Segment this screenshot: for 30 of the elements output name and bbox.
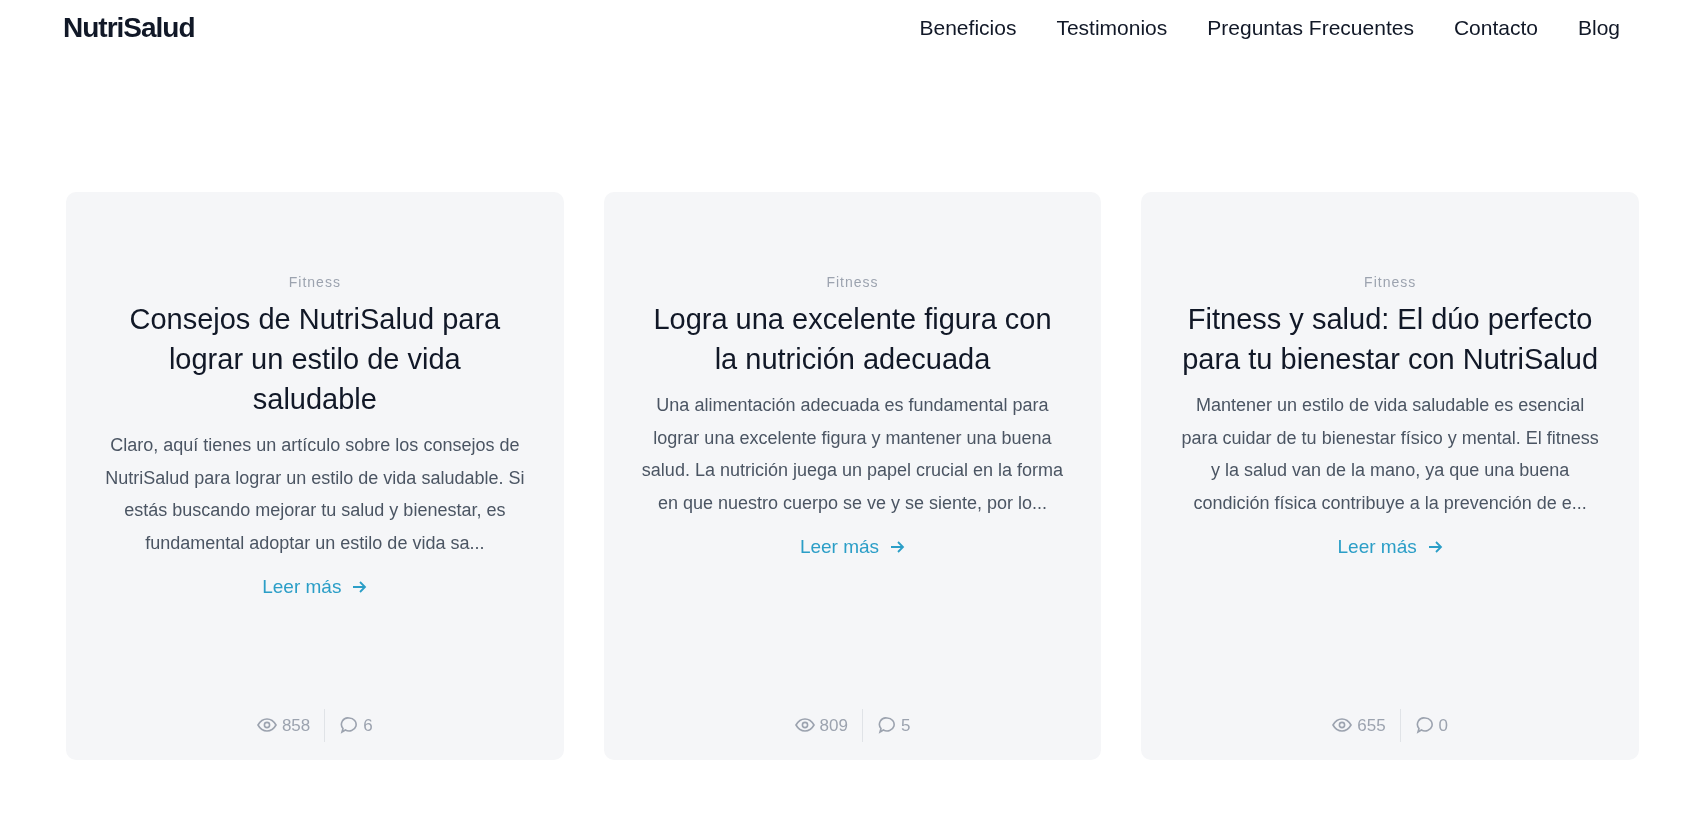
arrow-right-icon: [351, 580, 368, 595]
eye-icon: [794, 718, 815, 733]
post-title[interactable]: Logra una excelente figura con la nutrición adecuada: [641, 299, 1064, 379]
arrow-right-icon: [1426, 540, 1443, 555]
post-excerpt: Mantener un estilo de vida saludable es esencial para cuidar de tu bienestar físico y mental. El fitness y la salud van de la mano, ya que una buena condición física contribuye a la prevención de e...: [1180, 394, 1600, 515]
nav-link[interactable]: Contacto: [1453, 12, 1538, 44]
view-count: 858: [281, 714, 311, 737]
comment-icon: [877, 716, 896, 735]
post-category: Fitness: [826, 273, 879, 292]
comment-count: 0: [1438, 714, 1449, 737]
comment-count: 6: [363, 714, 373, 737]
eye-icon: [256, 718, 277, 733]
post-excerpt: Claro, aquí tienes un artículo sobre los consejos de NutriSalud para lograr un estilo de vida saludable. Si estás buscando mejorar tu salud y bienestar, es fundamental adoptar un estilo de vida sa...: [104, 434, 526, 555]
post-title[interactable]: Consejos de NutriSalud para lograr un estilo de vida saludable: [104, 299, 526, 419]
nav-link[interactable]: Beneficios: [919, 12, 1017, 44]
nav-link[interactable]: Preguntas Frecuentes: [1207, 12, 1414, 44]
comment-icon: [1415, 716, 1434, 735]
comment-count: 5: [900, 714, 911, 737]
post-category: Fitness: [1364, 273, 1417, 292]
post-category: Fitness: [288, 273, 341, 292]
site-logo[interactable]: NutriSalud: [63, 7, 195, 49]
nav-link[interactable]: Blog: [1577, 12, 1620, 44]
post-excerpt: Una alimentación adecuada es fundamental para lograr una excelente figura y mantener una buena salud. La nutrición juega un papel crucial en la forma en que nuestro cuerpo se ve y se siente, por lo...: [641, 394, 1064, 515]
arrow-right-icon: [889, 540, 906, 555]
comment-icon: [340, 716, 359, 735]
view-count: 809: [819, 714, 848, 737]
nav-link[interactable]: Testimonios: [1056, 12, 1168, 44]
view-count: 655: [1357, 714, 1386, 737]
post-title[interactable]: Fitness y salud: El dúo perfecto para tu bienestar con NutriSalud: [1179, 299, 1601, 379]
eye-icon: [1332, 718, 1353, 733]
